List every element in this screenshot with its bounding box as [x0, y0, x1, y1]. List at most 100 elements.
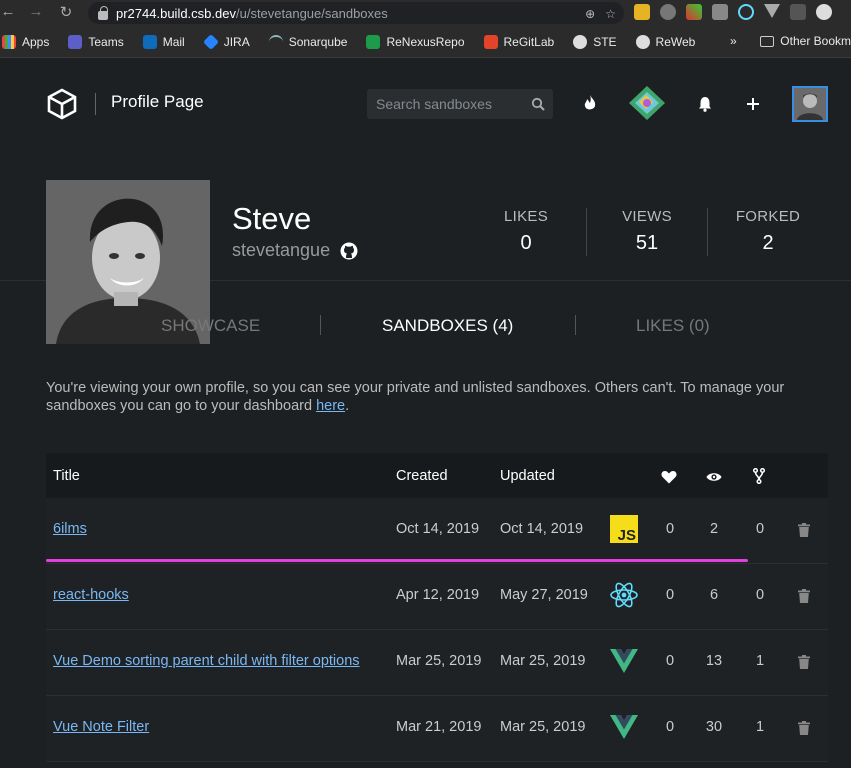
vue-icon [610, 649, 638, 673]
likes-count: 0 [665, 587, 675, 603]
bookmark-label: STE [593, 34, 617, 49]
vue-icon [610, 715, 638, 739]
tab-likes[interactable]: LIKES (0) [636, 316, 710, 336]
private-sandboxes-notice: You're viewing your own profile, so you … [46, 379, 826, 415]
stat-views: VIEWS 51 [597, 208, 697, 255]
likes-count: 0 [665, 653, 675, 669]
table-row: 6ilms Oct 14, 2019 Oct 14, 2019 JS 0 2 0 [46, 498, 828, 564]
column-updated[interactable]: Updated [500, 468, 555, 484]
page-title: Profile Page [111, 92, 204, 111]
tab-sandboxes[interactable]: SANDBOXES (4) [382, 316, 513, 336]
trash-icon[interactable] [798, 655, 810, 669]
stat-label: FORKED [735, 208, 801, 225]
forward-icon[interactable]: → [26, 3, 46, 20]
bookmark-jira[interactable]: JIRA [202, 33, 250, 50]
github-icon[interactable] [340, 242, 358, 260]
dashboard-link[interactable]: here [316, 398, 345, 414]
bookmark-teams[interactable]: Teams [68, 34, 124, 49]
codesandbox-logo-icon[interactable] [46, 88, 78, 120]
table-header: Title Created Updated [46, 453, 828, 498]
notifications-bell-icon[interactable] [698, 96, 712, 112]
react-devtools-icon[interactable] [738, 4, 754, 20]
search-icon [531, 97, 545, 111]
bookmark-renexusrepo[interactable]: ReNexusRepo [366, 34, 465, 49]
bookmarks-bar: Apps Teams Mail JIRA Sonarqube ReNexusRe… [0, 26, 851, 58]
extensions-area [634, 4, 832, 20]
react-icon [610, 582, 638, 608]
user-avatar[interactable] [792, 86, 828, 122]
apps-grid-icon [2, 34, 16, 49]
stat-divider [586, 208, 587, 256]
column-title[interactable]: Title [53, 468, 80, 484]
search-placeholder: Search sandboxes [376, 96, 492, 112]
extension-icon[interactable] [660, 4, 676, 20]
forks-count: 0 [755, 521, 765, 537]
bookmark-label: ReWeb [655, 34, 696, 49]
sandbox-title-link[interactable]: 6ilms [53, 521, 87, 537]
bookmark-reweb[interactable]: ReWeb [635, 34, 696, 49]
profile-username: stevetangue [232, 240, 358, 261]
nexus-icon [366, 34, 381, 49]
forks-count: 1 [755, 653, 765, 669]
trash-icon[interactable] [798, 523, 810, 537]
star-icon[interactable]: ☆ [605, 7, 616, 21]
sandbox-title-link[interactable]: Vue Demo sorting parent child with filte… [53, 653, 360, 669]
bookmark-mail[interactable]: Mail [142, 34, 185, 49]
fork-icon [753, 468, 765, 484]
patron-badge-icon[interactable] [627, 85, 667, 121]
vue-devtools-icon[interactable] [764, 4, 780, 18]
column-created[interactable]: Created [396, 468, 448, 484]
created-date: Oct 14, 2019 [396, 521, 480, 537]
teams-icon [68, 34, 83, 49]
bookmark-ste[interactable]: STE [573, 34, 617, 49]
bookmarks-overflow[interactable]: » [730, 34, 737, 48]
extension-icon[interactable] [634, 4, 650, 20]
sandboxes-table: Title Created Updated 6ilms Oct 14, 2019… [46, 453, 828, 762]
address-bar[interactable]: pr2744.build.csb.dev/u/stevetangue/sandb… [88, 2, 624, 24]
tab-divider [320, 315, 321, 335]
other-bookmarks-label: Other Bookm [780, 34, 851, 48]
bookmark-regitlab[interactable]: ReGitLab [483, 34, 554, 49]
search-input[interactable]: Search sandboxes [367, 89, 553, 119]
bookmark-sonarqube[interactable]: Sonarqube [268, 34, 347, 49]
add-icon[interactable]: ⊕ [585, 7, 595, 21]
github-icon [573, 34, 588, 49]
likes-count: 0 [665, 521, 675, 537]
extension-icon[interactable] [686, 4, 702, 20]
notice-suffix: . [345, 398, 350, 414]
account-icon[interactable] [816, 4, 832, 20]
bookmark-label: JIRA [223, 34, 250, 49]
sonarqube-icon [268, 34, 283, 49]
folder-icon [760, 35, 775, 47]
trash-icon[interactable] [798, 721, 810, 735]
extension-icon[interactable] [712, 4, 728, 20]
reload-icon[interactable]: ↻ [56, 3, 76, 21]
flame-icon[interactable] [583, 94, 597, 112]
profile-name: Steve [232, 201, 312, 236]
trash-icon[interactable] [798, 589, 810, 603]
table-row: Vue Note Filter Mar 21, 2019 Mar 25, 201… [46, 696, 828, 762]
likes-count: 0 [665, 719, 675, 735]
tab-showcase[interactable]: SHOWCASE [161, 316, 260, 336]
stat-label: LIKES [503, 208, 549, 225]
table-row: Vue Demo sorting parent child with filte… [46, 630, 828, 696]
sandbox-title-link[interactable]: react-hooks [53, 587, 129, 603]
stat-label: VIEWS [622, 208, 672, 225]
bookmark-label: Mail [162, 34, 185, 49]
extension-icon[interactable] [790, 4, 806, 20]
avatar-image [794, 88, 826, 120]
sandbox-title-link[interactable]: Vue Note Filter [53, 719, 149, 735]
header-divider [95, 93, 96, 115]
bookmark-label: Apps [22, 34, 50, 49]
created-date: Mar 21, 2019 [396, 719, 482, 735]
stat-value: 2 [762, 232, 774, 254]
bookmark-apps[interactable]: Apps [2, 34, 50, 49]
updated-date: May 27, 2019 [500, 587, 588, 603]
updated-date: Mar 25, 2019 [500, 653, 586, 669]
tab-divider [575, 315, 576, 335]
stat-divider [707, 208, 708, 256]
other-bookmarks[interactable]: Other Bookm [760, 34, 851, 48]
back-icon[interactable]: ← [0, 3, 18, 20]
created-date: Apr 12, 2019 [396, 587, 480, 603]
add-icon[interactable] [746, 97, 760, 111]
